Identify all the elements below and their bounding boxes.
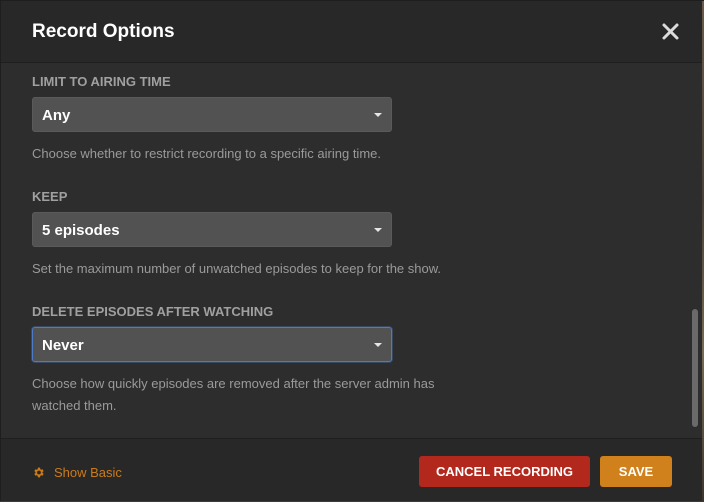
limit-airing-time-label: LIMIT TO AIRING TIME xyxy=(32,74,171,89)
gear-icon xyxy=(34,467,44,477)
cancel-recording-button[interactable]: CANCEL RECORDING xyxy=(419,456,590,487)
keep-help: Set the maximum number of unwatched epis… xyxy=(32,261,442,276)
scrollbar-track[interactable] xyxy=(692,63,698,437)
select-value: 5 episodes xyxy=(42,222,120,239)
caret-down-icon xyxy=(374,228,382,232)
scrollbar-thumb[interactable] xyxy=(692,309,698,427)
delete-after-watching-select[interactable]: Never xyxy=(32,327,392,362)
close-icon xyxy=(662,23,679,40)
caret-down-icon xyxy=(374,343,382,347)
select-value: Never xyxy=(42,337,84,354)
delete-after-watching-label: DELETE EPISODES AFTER WATCHING xyxy=(32,304,274,319)
delete-after-watching-help: Choose how quickly episodes are removed … xyxy=(32,376,435,413)
dialog-footer: Show Basic CANCEL RECORDING SAVE xyxy=(1,438,703,501)
select-value: Any xyxy=(42,107,71,124)
dialog-header: Record Options xyxy=(1,1,703,63)
show-basic-label: Show Basic xyxy=(54,464,122,480)
limit-airing-time-help: Choose whether to restrict recording to … xyxy=(32,146,381,161)
save-button[interactable]: SAVE xyxy=(600,456,672,487)
keep-label: KEEP xyxy=(32,189,68,204)
keep-select[interactable]: 5 episodes xyxy=(32,212,392,247)
limit-airing-time-select[interactable]: Any xyxy=(32,97,392,132)
show-basic-link[interactable]: Show Basic xyxy=(32,463,122,481)
close-button[interactable] xyxy=(661,20,681,42)
dialog-body[interactable]: LIMIT TO AIRING TIME Any Choose whether … xyxy=(1,63,703,437)
record-options-dialog: Record Options LIMIT TO AIRING TIME Any … xyxy=(0,0,704,502)
dialog-title: Record Options xyxy=(32,21,175,42)
caret-down-icon xyxy=(374,113,382,117)
